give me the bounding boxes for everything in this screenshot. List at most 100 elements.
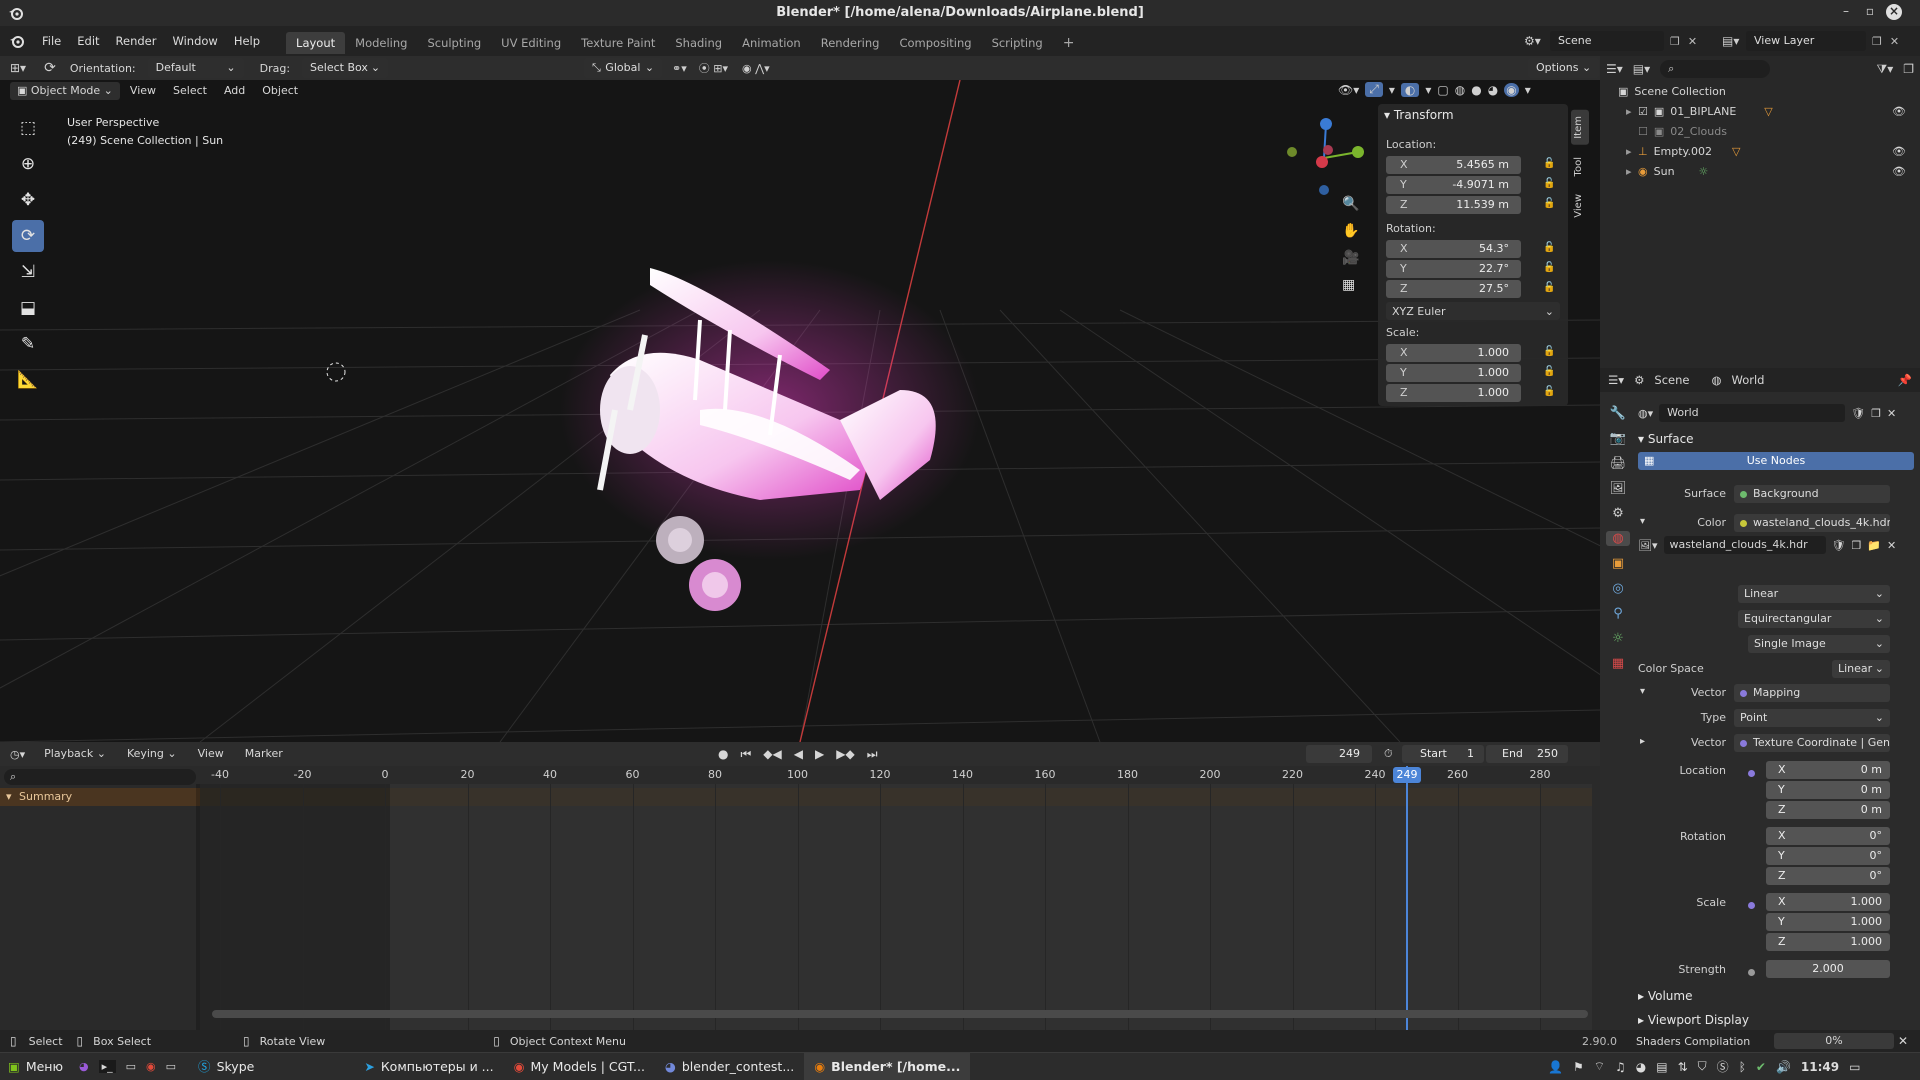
editor-type-icon[interactable]: ⊞▾ <box>10 61 26 75</box>
pan-hand-icon[interactable]: ✋ <box>1342 223 1359 239</box>
unlink-icon[interactable]: ✕ <box>1887 539 1896 552</box>
mapping-location-y[interactable]: Y 0 m <box>1766 781 1890 799</box>
lock-icon[interactable]: 🔓 <box>1543 386 1555 397</box>
rotation-mode-dropdown[interactable]: XYZ Euler ⌄ <box>1386 302 1560 320</box>
mapping-rotation-z[interactable]: Z 0° <box>1766 867 1890 885</box>
lock-icon[interactable]: 🔓 <box>1543 198 1555 209</box>
mapping-type-dropdown[interactable]: Point ⌄ <box>1734 709 1890 727</box>
checkbox-unchecked-icon[interactable]: ☐ <box>1638 122 1648 142</box>
duplicate-view-layer-icon[interactable]: ❐ <box>1872 35 1882 48</box>
transform-header[interactable]: ▾ Transform <box>1384 108 1454 122</box>
transform-tool-icon[interactable]: ⬓ <box>12 292 44 324</box>
task-skype[interactable]: Ⓢ Skype <box>188 1053 264 1080</box>
checkbox-checked-icon[interactable]: ☑ <box>1638 102 1648 122</box>
timeline-menu-marker[interactable]: Marker <box>238 745 290 763</box>
pin-icon[interactable]: 📌 <box>1898 373 1912 387</box>
mapping-scale-y[interactable]: Y 1.000 <box>1766 913 1890 931</box>
summary-channel[interactable]: ▾ Summary <box>0 788 200 806</box>
close-window-icon[interactable]: × <box>1886 4 1902 20</box>
play-icon[interactable]: ▶ <box>815 747 824 761</box>
us-flag-icon[interactable]: ⚑ <box>1573 1060 1584 1074</box>
proportional-edit-icon[interactable]: ◉ ⋀▾ <box>742 62 770 75</box>
camera-icon[interactable]: 🎥 <box>1342 250 1359 266</box>
zoom-icon[interactable]: 🔍 <box>1342 196 1359 212</box>
timeline-menu-keying[interactable]: Keying ⌄ <box>120 745 184 763</box>
music-icon[interactable]: ♫ <box>1615 1060 1626 1074</box>
vector-mapping-field[interactable]: Mapping <box>1734 684 1890 702</box>
render-tab-icon[interactable]: 📷 <box>1606 431 1630 446</box>
outliner-item-sun[interactable]: ▸ ◉ Sun ☼ 👁 <box>1618 162 1914 182</box>
tab-compositing[interactable]: Compositing <box>889 32 981 54</box>
lock-icon[interactable]: 🔓 <box>1543 346 1555 357</box>
scale-z-field[interactable]: Z 1.000 <box>1386 384 1521 402</box>
use-nodes-button[interactable]: ▦ Use Nodes <box>1638 452 1914 470</box>
strength-field[interactable]: 2.000 <box>1766 960 1890 978</box>
delete-scene-icon[interactable]: ✕ <box>1688 35 1697 48</box>
eye-icon[interactable]: 👁 <box>1892 162 1906 182</box>
record-icon[interactable]: ● <box>718 747 728 761</box>
world-tab-icon[interactable]: ◍ <box>1606 531 1630 546</box>
xray-icon[interactable]: ▢ <box>1437 83 1448 97</box>
volume-icon[interactable]: 🔊 <box>1776 1060 1791 1074</box>
dopesheet-region[interactable]: -40 -20 0 20 40 60 80 100 120 140 160 180 200 220 240 2… <box>196 766 1592 1030</box>
menu-help[interactable]: Help <box>226 26 268 56</box>
menu-edit[interactable]: Edit <box>69 26 107 56</box>
3d-viewport[interactable]: ▣ Object Mode ⌄ View Select Add Object 👁… <box>0 80 1600 742</box>
outliner-item-empty[interactable]: ▸ ⊥ Empty.002 ▽ 👁 <box>1618 142 1914 162</box>
playhead-label[interactable]: 249 <box>1393 767 1421 783</box>
outliner-search-input[interactable]: ⌕ <box>1660 60 1771 78</box>
clipboard-icon[interactable]: ▤ <box>1656 1060 1667 1074</box>
folder-icon[interactable]: ▭ <box>166 1060 176 1073</box>
update-check-icon[interactable]: ✔ <box>1756 1060 1766 1074</box>
editor-type-icon[interactable]: ☰▾ <box>1606 62 1623 76</box>
gizmo-toggle-icon[interactable]: ⤢ <box>1365 82 1383 97</box>
clock[interactable]: 11:49 <box>1801 1060 1839 1074</box>
timeline-menu-playback[interactable]: Playback ⌄ <box>37 745 113 763</box>
material-shading-icon[interactable]: ◕ <box>1488 83 1498 97</box>
tab-uv-editing[interactable]: UV Editing <box>491 32 571 54</box>
lock-icon[interactable]: 🔓 <box>1543 158 1555 169</box>
constraints-tab-icon[interactable]: ⚲ <box>1606 606 1630 621</box>
viewport-display-section-header[interactable]: ▸ Viewport Display <box>1638 1013 1749 1027</box>
navigation-gizmo[interactable] <box>1278 112 1370 204</box>
user-icon[interactable]: 👤 <box>1548 1060 1563 1074</box>
location-x-field[interactable]: X 5.4565 m <box>1386 156 1521 174</box>
active-tool-icon[interactable]: ⟳ <box>44 60 56 76</box>
network-icon[interactable]: ⇅ <box>1678 1060 1688 1074</box>
image-name-field[interactable]: wasteland_clouds_4k.hdr <box>1663 536 1826 554</box>
image-browse-icon[interactable]: 🖼▾ <box>1638 539 1658 552</box>
mapping-rotation-y[interactable]: Y 0° <box>1766 847 1890 865</box>
data-tab-icon[interactable]: ☼ <box>1606 631 1630 646</box>
unlink-icon[interactable]: ✕ <box>1887 407 1896 420</box>
tab-animation[interactable]: Animation <box>732 32 811 54</box>
mapping-rotation-x[interactable]: X 0° <box>1766 827 1890 845</box>
outliner-item-01-biplane[interactable]: ▸ ☑ ▣ 01_BIPLANE ▽ 👁 <box>1618 102 1914 122</box>
breadcrumb-scene[interactable]: Scene <box>1654 373 1689 387</box>
open-file-icon[interactable]: 📁 <box>1867 539 1881 552</box>
jump-end-icon[interactable]: ⏭ <box>867 747 878 762</box>
visibility-icon[interactable]: 👁▾ <box>1338 83 1359 97</box>
lock-icon[interactable]: 🔓 <box>1543 262 1555 273</box>
rendered-shading-icon[interactable]: ◉ <box>1504 82 1519 97</box>
expand-arrow-icon[interactable]: ▸ <box>1626 142 1638 162</box>
grid-view-icon[interactable]: ▦ <box>1342 277 1359 293</box>
duplicate-icon[interactable]: ❐ <box>1851 539 1861 552</box>
viewport-menu-view[interactable]: View <box>123 82 163 100</box>
jump-start-icon[interactable]: ⏮ <box>740 747 751 762</box>
lock-icon[interactable]: 🔓 <box>1543 178 1555 189</box>
next-keyframe-icon[interactable]: ▶◆ <box>836 747 854 761</box>
solid-shading-icon[interactable]: ● <box>1471 83 1481 97</box>
task-discord[interactable]: ◕ blender_contest... <box>655 1053 804 1080</box>
duplicate-icon[interactable]: ❐ <box>1871 407 1881 420</box>
viewport-menu-add[interactable]: Add <box>217 82 252 100</box>
expand-arrow-icon[interactable]: ▸ <box>1626 102 1638 122</box>
scale-y-field[interactable]: Y 1.000 <box>1386 364 1521 382</box>
task-telegram[interactable]: ➤ Компьютеры и ... <box>354 1053 503 1080</box>
current-frame-field[interactable]: 249 <box>1306 745 1372 763</box>
color-texture-field[interactable]: wasteland_clouds_4k.hdr <box>1734 514 1890 532</box>
measure-tool-icon[interactable]: 📐 <box>12 364 44 396</box>
mapping-scale-z[interactable]: Z 1.000 <box>1766 933 1890 951</box>
wireframe-shading-icon[interactable]: ◍ <box>1455 83 1465 97</box>
lock-icon[interactable]: 🔓 <box>1543 282 1555 293</box>
output-tab-icon[interactable]: 🖨 <box>1606 456 1630 471</box>
